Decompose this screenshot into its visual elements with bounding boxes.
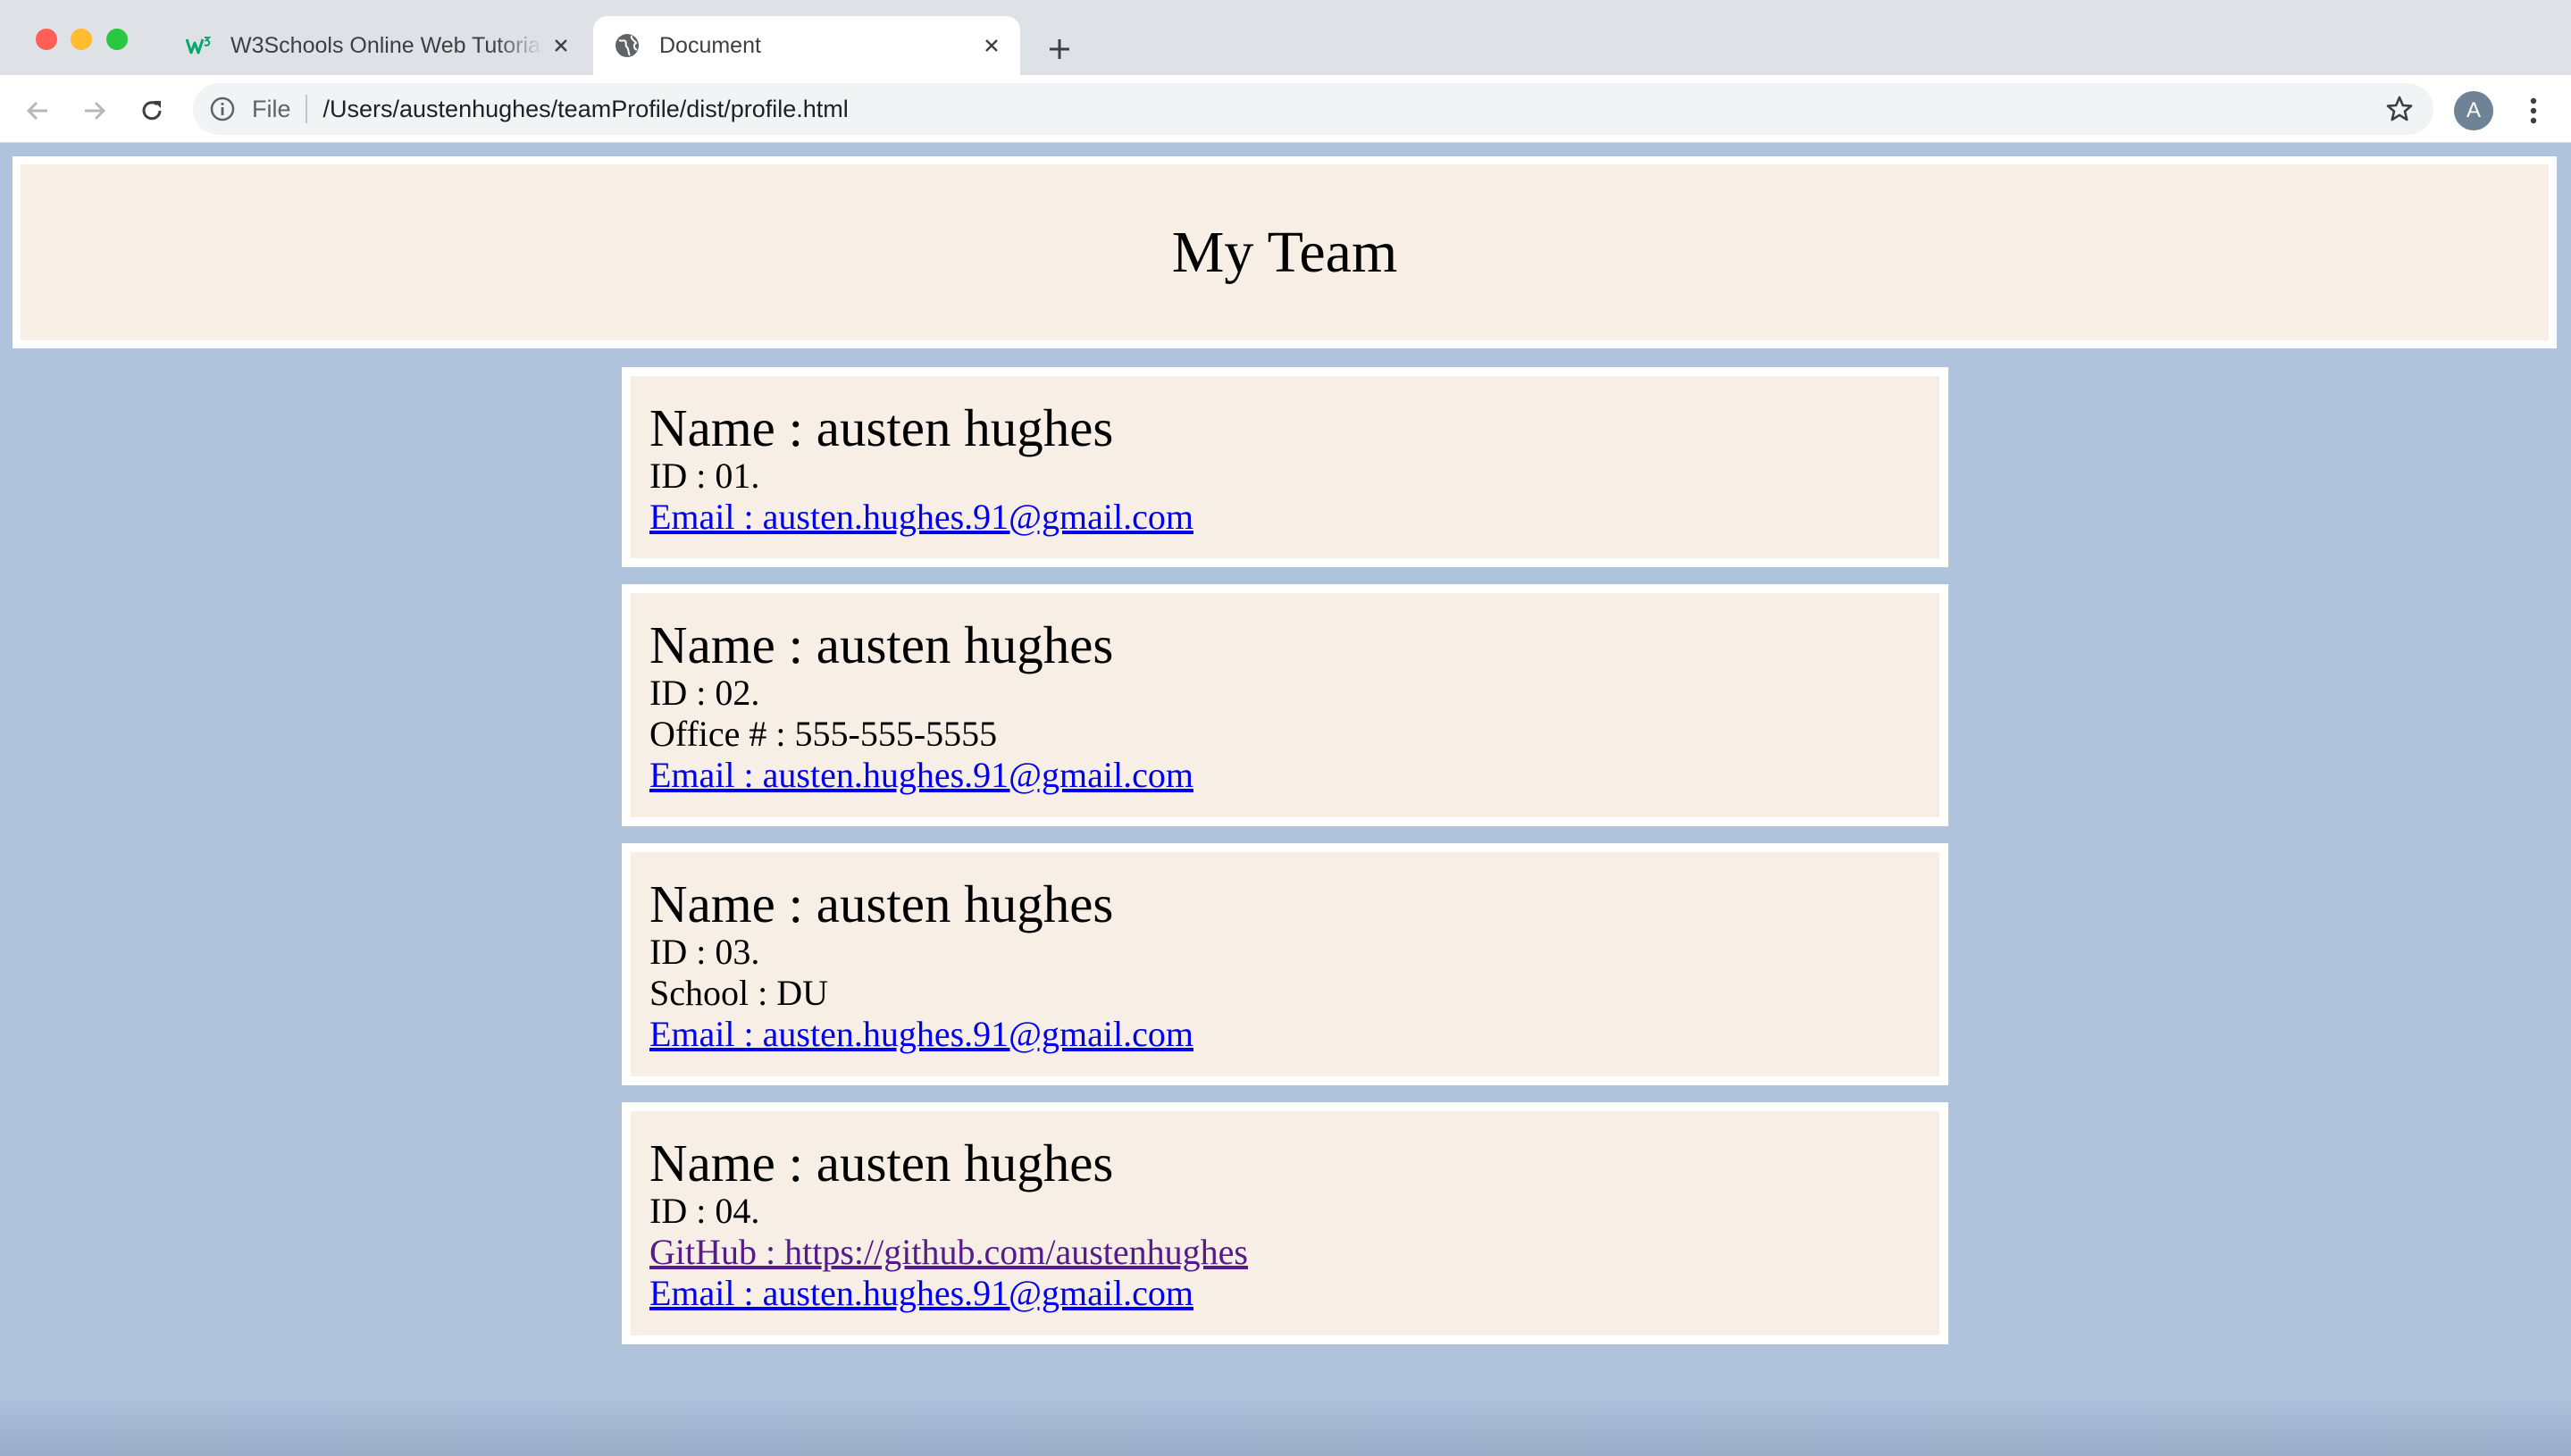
tab-title: Document <box>659 32 761 58</box>
email-link[interactable]: Email : austen.hughes.91@gmail.com <box>649 1273 1193 1313</box>
employee-card-3: Name : austen hughes ID : 03. School : D… <box>622 843 1948 1085</box>
address-bar[interactable]: File /Users/austenhughes/teamProfile/dis… <box>193 83 2433 135</box>
employee-name: Name : austen hughes <box>649 874 1114 933</box>
browser-toolbar: File /Users/austenhughes/teamProfile/dis… <box>0 75 2571 143</box>
email-link[interactable]: Email : austen.hughes.91@gmail.com <box>649 497 1193 537</box>
close-window-button[interactable] <box>36 29 57 50</box>
school: School : DU <box>649 973 828 1013</box>
new-tab-icon[interactable] <box>1038 28 1081 71</box>
page-header: My Team <box>13 156 2557 348</box>
back-arrow-icon[interactable] <box>20 93 55 129</box>
reload-icon[interactable] <box>134 93 170 129</box>
w3schools-icon <box>184 31 213 60</box>
bookmark-star-icon[interactable] <box>2382 91 2417 127</box>
tab-title: W3Schools Online Web Tutorials <box>230 32 543 58</box>
employee-id: ID : 02. <box>649 673 760 713</box>
maximize-window-button[interactable] <box>106 29 128 50</box>
profile-avatar[interactable]: A <box>2454 91 2493 130</box>
minimize-window-button[interactable] <box>71 29 92 50</box>
employee-id: ID : 04. <box>649 1191 760 1231</box>
employee-name: Name : austen hughes <box>649 1134 1114 1192</box>
tab-w3schools[interactable]: W3Schools Online Web Tutorials <box>170 16 590 75</box>
tab-strip: W3Schools Online Web Tutorials Document <box>0 0 2571 75</box>
address-divider <box>305 95 307 123</box>
employee-id: ID : 03. <box>649 932 760 972</box>
close-tab-icon[interactable] <box>543 28 579 63</box>
window-bottom-shadow <box>0 1393 2571 1456</box>
email-link[interactable]: Email : austen.hughes.91@gmail.com <box>649 755 1193 795</box>
github-link[interactable]: GitHub : https://github.com/austenhughes <box>649 1232 1248 1272</box>
more-menu-icon[interactable] <box>2516 89 2551 132</box>
employee-card-4: Name : austen hughes ID : 04. GitHub : h… <box>622 1102 1948 1344</box>
page-content: My Team Name : austen hughes ID : 01. Em… <box>0 143 2571 1456</box>
employee-card-2: Name : austen hughes ID : 02. Office # :… <box>622 584 1948 826</box>
url-scheme-label: File <box>252 95 291 122</box>
info-icon[interactable] <box>207 94 238 124</box>
page-title: My Team <box>1171 219 1398 285</box>
employee-name: Name : austen hughes <box>649 398 1114 457</box>
globe-icon <box>613 31 641 60</box>
tab-document[interactable]: Document <box>593 16 1020 75</box>
email-link[interactable]: Email : austen.hughes.91@gmail.com <box>649 1014 1193 1054</box>
close-tab-icon[interactable] <box>974 28 1009 63</box>
employee-card-1: Name : austen hughes ID : 01. Email : au… <box>622 367 1948 567</box>
employee-name: Name : austen hughes <box>649 615 1114 674</box>
office-number: Office # : 555-555-5555 <box>649 714 998 754</box>
url-text[interactable]: /Users/austenhughes/teamProfile/dist/pro… <box>323 96 2382 123</box>
forward-arrow-icon[interactable] <box>77 93 113 129</box>
employee-id: ID : 01. <box>649 456 760 496</box>
